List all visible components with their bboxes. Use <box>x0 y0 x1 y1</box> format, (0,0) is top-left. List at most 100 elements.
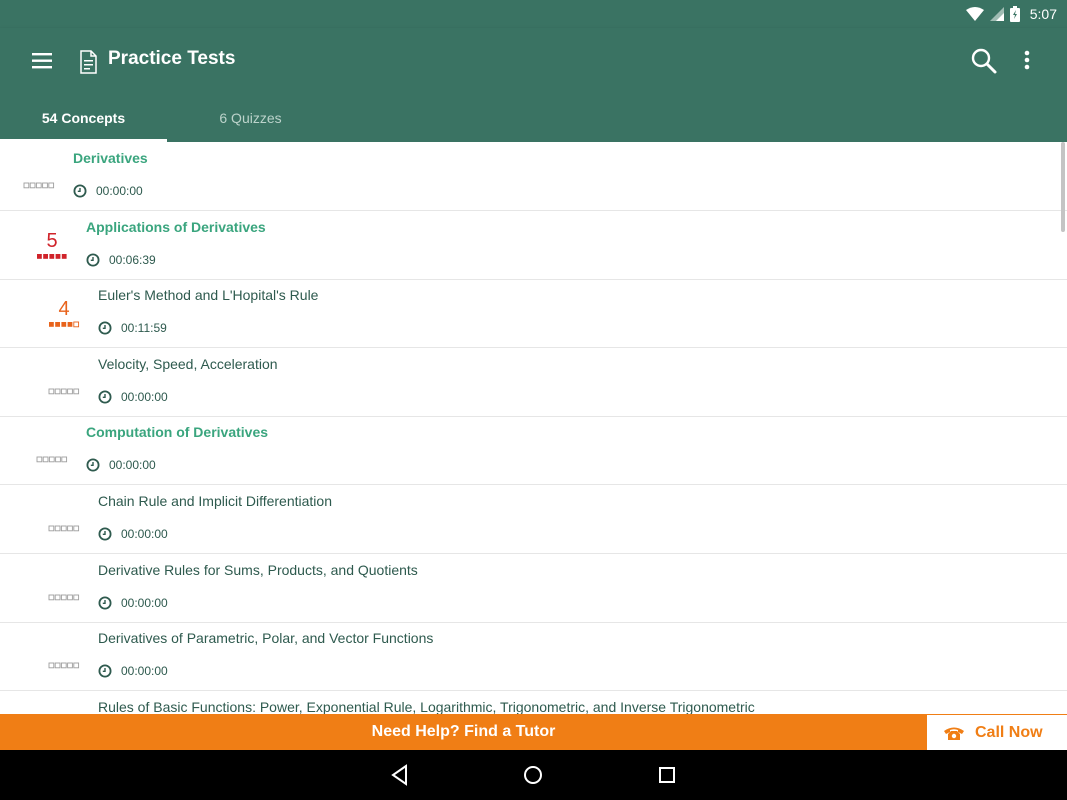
row-title: Computation of Derivatives <box>86 424 269 441</box>
proficiency-square <box>60 525 67 532</box>
proficiency-squares <box>48 388 80 395</box>
clock-icon <box>86 458 100 472</box>
search-button[interactable] <box>968 45 1000 77</box>
concept-row[interactable]: Rules of Basic Functions: Power, Exponen… <box>0 691 1067 714</box>
proficiency-square <box>23 182 30 189</box>
proficiency-squares <box>48 525 80 532</box>
category-row[interactable]: Computation of Derivatives 00:00:00 <box>0 416 1067 486</box>
tab-bar: 54 Concepts 6 Quizzes <box>0 94 1067 142</box>
proficiency-squares <box>23 182 55 189</box>
clock-icon <box>98 321 112 335</box>
recents-icon[interactable] <box>654 762 680 788</box>
time-spent: 00:00:00 <box>98 662 168 680</box>
proficiency-squares <box>49 321 80 328</box>
overflow-menu-button[interactable] <box>1014 45 1040 77</box>
concept-row[interactable]: 4 Euler's Method and L'Hopital's Rule 00:1… <box>0 279 1067 349</box>
score-value: 5 <box>46 229 58 252</box>
tab-quizzes[interactable]: 6 Quizzes <box>167 94 334 142</box>
proficiency-square <box>49 322 54 327</box>
time-spent: 00:00:00 <box>98 594 168 612</box>
proficiency-square <box>29 182 36 189</box>
proficiency-square <box>61 253 67 259</box>
proficiency-square <box>73 662 80 669</box>
page-title: Practice Tests <box>108 48 236 69</box>
proficiency-square <box>36 456 43 463</box>
proficiency-square <box>55 322 60 327</box>
proficiency-square <box>67 388 73 395</box>
concept-list[interactable]: Derivatives 00:00:00 5 Applications of Deri… <box>0 142 1067 714</box>
category-row[interactable]: 5 Applications of Derivatives 00:06:39 <box>0 211 1067 280</box>
call-now-button[interactable]: Call Now <box>927 714 1067 750</box>
proficiency-square <box>55 456 61 463</box>
time-spent: 00:00:00 <box>98 388 168 406</box>
clock-time: 5:07 <box>1029 6 1057 22</box>
time-spent: 00:00:00 <box>86 456 156 474</box>
clock-icon <box>86 253 100 267</box>
row-title: Velocity, Speed, Acceleration <box>98 355 278 372</box>
time-value: 00:00:00 <box>121 664 168 679</box>
row-title: Derivative Rules for Sums, Products, and… <box>98 561 418 578</box>
concept-row[interactable]: Chain Rule and Implicit Differentiation 0… <box>0 485 1067 554</box>
menu-button[interactable] <box>22 46 62 76</box>
signal-icon <box>989 7 1004 21</box>
proficiency-squares <box>37 253 67 259</box>
find-tutor-button[interactable]: Need Help? Find a Tutor <box>0 714 927 750</box>
time-value: 00:00:00 <box>96 184 143 198</box>
category-row[interactable]: Derivatives 00:00:00 <box>0 142 1067 211</box>
proficiency-square <box>61 322 67 327</box>
menu-icon <box>32 53 52 69</box>
row-title: Euler's Method and L'Hopital's Rule <box>98 287 319 304</box>
time-spent: 00:00:00 <box>73 182 143 200</box>
scrollbar[interactable] <box>1061 142 1065 232</box>
row-title: Derivatives of Parametric, Polar, and Ve… <box>98 630 434 647</box>
proficiency-square <box>73 525 80 532</box>
proficiency-square <box>37 253 42 259</box>
navigation-bar <box>0 750 1067 800</box>
home-icon[interactable] <box>520 762 546 788</box>
time-value: 00:00:00 <box>109 458 156 473</box>
proficiency-square <box>48 662 55 669</box>
row-title: Chain Rule and Implicit Differentiation <box>98 493 332 509</box>
row-title: Rules of Basic Functions: Power, Exponen… <box>98 698 755 714</box>
time-value: 00:00:00 <box>121 527 168 541</box>
find-tutor-label: Need Help? Find a Tutor <box>371 723 556 740</box>
proficiency-square <box>42 456 49 463</box>
proficiency-square <box>67 525 73 532</box>
proficiency-square <box>60 594 67 600</box>
more-vert-icon <box>1024 50 1030 70</box>
call-now-label: Call Now <box>975 723 1043 741</box>
back-icon[interactable] <box>387 762 413 788</box>
row-title: Derivatives <box>73 150 148 166</box>
proficiency-square <box>48 182 55 189</box>
document-icon <box>80 50 97 74</box>
proficiency-square <box>35 182 42 189</box>
clock-icon <box>98 527 112 541</box>
proficiency-square <box>60 388 67 395</box>
time-value: 00:00:00 <box>121 595 168 610</box>
proficiency-square <box>48 594 55 600</box>
time-spent: 00:06:39 <box>86 251 156 269</box>
proficiency-square <box>67 322 73 327</box>
proficiency-square <box>54 594 61 600</box>
clock-icon <box>98 596 112 610</box>
battery-icon <box>1009 6 1020 22</box>
proficiency-square <box>43 253 48 259</box>
app-bar: Practice Tests <box>0 28 1067 94</box>
search-icon <box>971 48 997 74</box>
wifi-icon <box>965 7 984 21</box>
status-bar: 5:07 <box>0 0 1067 28</box>
concept-row[interactable]: Derivative Rules for Sums, Products, and… <box>0 554 1067 623</box>
proficiency-squares <box>48 662 80 669</box>
proficiency-square <box>67 662 73 669</box>
proficiency-square <box>61 456 68 463</box>
clock-icon <box>73 184 87 198</box>
time-value: 00:06:39 <box>109 252 156 267</box>
concept-row[interactable]: Derivatives of Parametric, Polar, and Ve… <box>0 622 1067 692</box>
concept-row[interactable]: Velocity, Speed, Acceleration 00:00:00 <box>0 348 1067 417</box>
proficiency-square <box>48 456 55 463</box>
proficiency-square <box>73 321 80 328</box>
proficiency-squares <box>48 594 80 600</box>
row-title: Applications of Derivatives <box>86 218 266 235</box>
tab-concepts[interactable]: 54 Concepts <box>0 94 167 142</box>
clock-icon <box>98 390 112 404</box>
